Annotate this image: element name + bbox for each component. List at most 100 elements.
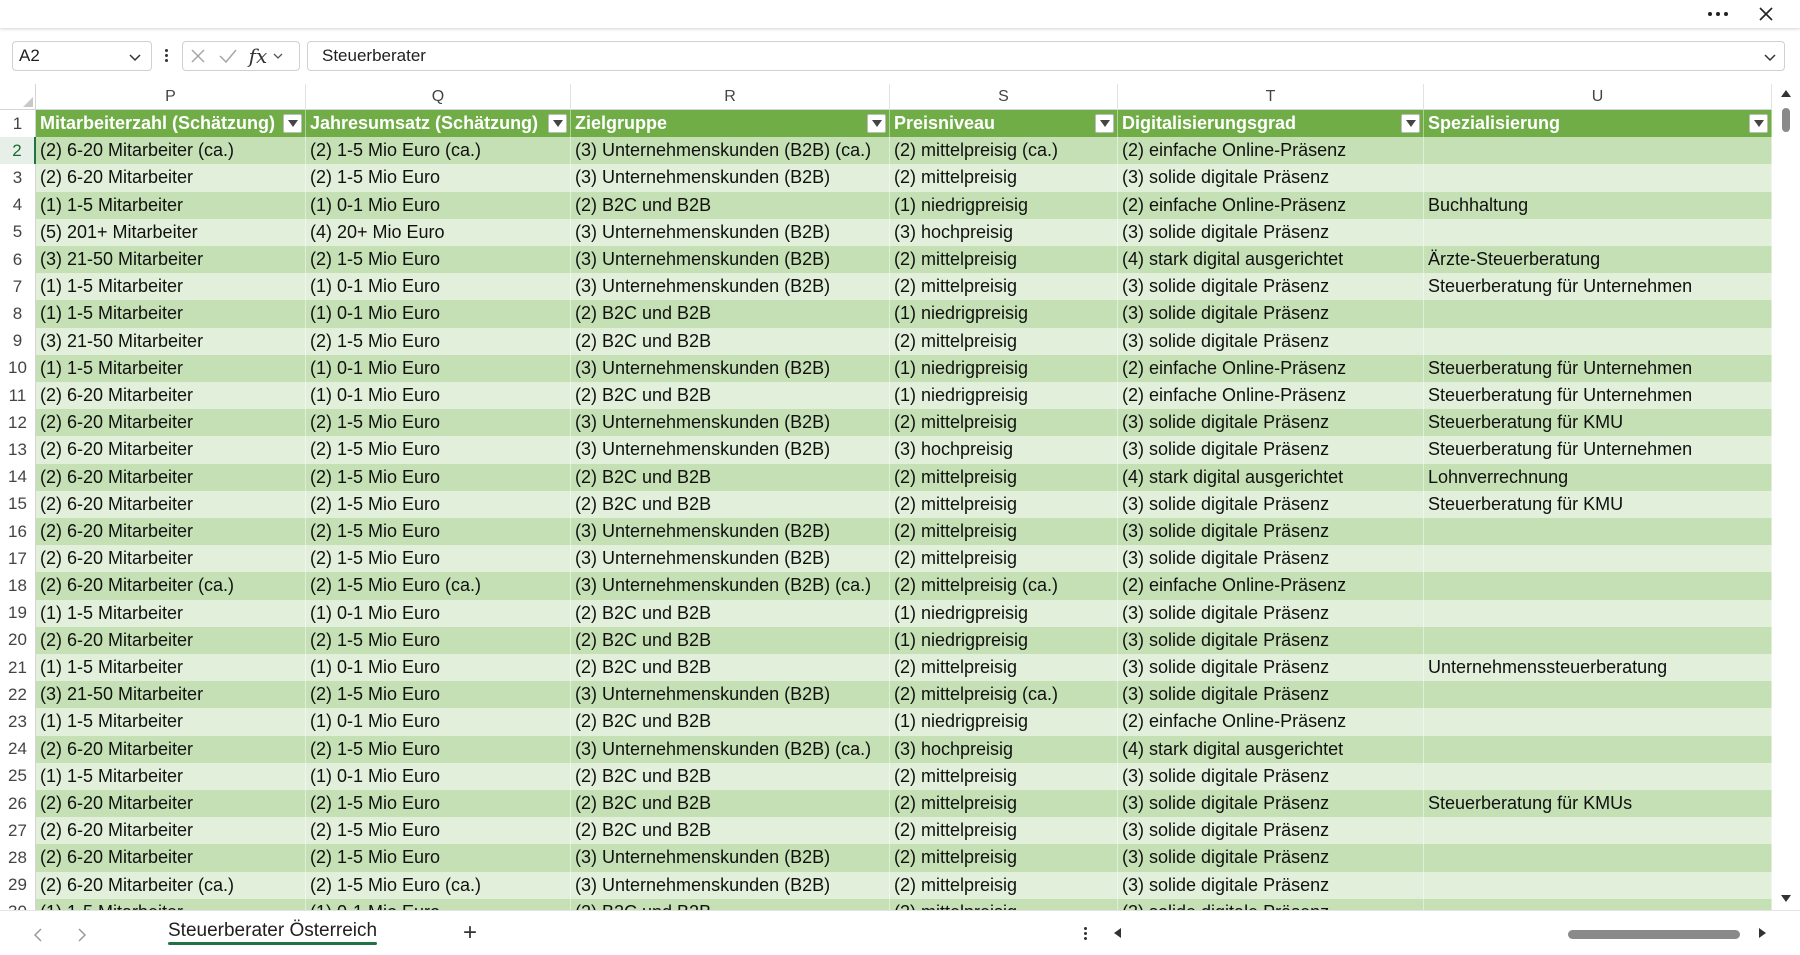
table-cell[interactable] [1424, 518, 1772, 546]
column-header-s[interactable]: S [890, 84, 1118, 110]
close-button[interactable] [1746, 2, 1786, 26]
table-cell[interactable]: (2) 6-20 Mitarbeiter [36, 518, 306, 546]
table-cell[interactable]: (3) solide digitale Präsenz [1118, 490, 1424, 518]
table-cell[interactable]: (3) solide digitale Präsenz [1118, 327, 1424, 355]
cancel-button[interactable] [183, 42, 213, 70]
table-cell[interactable]: (2) einfache Online-Präsenz [1118, 191, 1424, 219]
table-cell[interactable]: (3) 21-50 Mitarbeiter [36, 327, 306, 355]
row-number[interactable]: 8 [0, 300, 36, 328]
row-number[interactable]: 22 [0, 681, 36, 709]
table-cell[interactable]: (3) solide digitale Präsenz [1118, 871, 1424, 899]
table-cell[interactable]: (1) 1-5 Mitarbeiter [36, 354, 306, 382]
table-cell[interactable]: (2) 6-20 Mitarbeiter [36, 735, 306, 763]
table-cell[interactable]: (3) 21-50 Mitarbeiter [36, 246, 306, 274]
table-cell[interactable]: (1) 1-5 Mitarbeiter [36, 599, 306, 627]
table-cell[interactable] [1424, 300, 1772, 328]
header-cell-s[interactable]: Preisniveau [890, 110, 1118, 138]
insert-function-button[interactable]: fx [243, 42, 283, 70]
column-header-t[interactable]: T [1118, 84, 1424, 110]
table-cell[interactable]: (2) 1-5 Mio Euro [306, 545, 571, 573]
formula-input[interactable]: Steuerberater [307, 41, 1785, 71]
table-cell[interactable]: (2) mittelpreisig [890, 273, 1118, 301]
row-number[interactable]: 7 [0, 273, 36, 301]
table-cell[interactable] [1424, 545, 1772, 573]
table-cell[interactable]: (3) solide digitale Präsenz [1118, 762, 1424, 790]
table-cell[interactable]: Steuerberatung für KMU [1424, 490, 1772, 518]
table-cell[interactable]: Ärzte-Steuerberatung [1424, 246, 1772, 274]
table-cell[interactable]: (2) mittelpreisig [890, 545, 1118, 573]
row-number[interactable]: 12 [0, 409, 36, 437]
table-cell[interactable] [1424, 137, 1772, 165]
row-number[interactable]: 30 [0, 898, 36, 910]
header-cell-q[interactable]: Jahresumsatz (Schätzung) [306, 110, 571, 138]
table-cell[interactable]: (1) 0-1 Mio Euro [306, 300, 571, 328]
table-cell[interactable]: (2) B2C und B2B [571, 327, 890, 355]
table-cell[interactable]: (2) 6-20 Mitarbeiter [36, 817, 306, 845]
table-cell[interactable]: (1) 1-5 Mitarbeiter [36, 654, 306, 682]
table-cell[interactable]: (3) Unternehmenskunden (B2B) [571, 218, 890, 246]
table-cell[interactable]: (1) 1-5 Mitarbeiter [36, 708, 306, 736]
row-number[interactable]: 27 [0, 817, 36, 845]
table-cell[interactable]: Unternehmenssteuerberatung [1424, 654, 1772, 682]
table-cell[interactable] [1424, 817, 1772, 845]
table-cell[interactable]: (1) niedrigpreisig [890, 191, 1118, 219]
table-cell[interactable]: (2) B2C und B2B [571, 382, 890, 410]
row-number[interactable]: 14 [0, 463, 36, 491]
table-cell[interactable]: (2) 1-5 Mio Euro [306, 735, 571, 763]
table-cell[interactable]: (1) 0-1 Mio Euro [306, 708, 571, 736]
table-cell[interactable]: (2) mittelpreisig [890, 164, 1118, 192]
header-cell-r[interactable]: Zielgruppe [571, 110, 890, 138]
table-cell[interactable]: (3) solide digitale Präsenz [1118, 844, 1424, 872]
row-number[interactable]: 16 [0, 518, 36, 546]
table-cell[interactable]: (2) 6-20 Mitarbeiter [36, 164, 306, 192]
table-cell[interactable]: (2) mittelpreisig (ca.) [890, 137, 1118, 165]
tab-bar-options[interactable] [1080, 925, 1090, 945]
table-cell[interactable]: (3) Unternehmenskunden (B2B) [571, 844, 890, 872]
table-cell[interactable]: (1) 0-1 Mio Euro [306, 273, 571, 301]
table-cell[interactable]: (1) 0-1 Mio Euro [306, 898, 571, 910]
table-cell[interactable]: Buchhaltung [1424, 191, 1772, 219]
table-cell[interactable]: (2) 1-5 Mio Euro [306, 790, 571, 818]
table-cell[interactable]: (2) mittelpreisig [890, 871, 1118, 899]
table-cell[interactable]: (2) einfache Online-Präsenz [1118, 708, 1424, 736]
table-cell[interactable]: (2) B2C und B2B [571, 817, 890, 845]
chevron-down-icon[interactable] [127, 49, 143, 65]
name-box[interactable]: A2 [12, 41, 152, 71]
table-cell[interactable]: (1) 1-5 Mitarbeiter [36, 300, 306, 328]
row-number[interactable]: 20 [0, 626, 36, 654]
table-cell[interactable]: Steuerberatung für Unternehmen [1424, 436, 1772, 464]
row-number[interactable]: 18 [0, 572, 36, 600]
scroll-right-icon[interactable] [1758, 927, 1768, 939]
table-cell[interactable] [1424, 844, 1772, 872]
row-number[interactable]: 10 [0, 354, 36, 382]
table-cell[interactable]: (1) 0-1 Mio Euro [306, 654, 571, 682]
table-cell[interactable]: (3) solide digitale Präsenz [1118, 817, 1424, 845]
table-cell[interactable]: (2) 1-5 Mio Euro (ca.) [306, 137, 571, 165]
table-cell[interactable]: (2) B2C und B2B [571, 708, 890, 736]
table-cell[interactable]: (1) 0-1 Mio Euro [306, 762, 571, 790]
table-cell[interactable]: (3) Unternehmenskunden (B2B) [571, 871, 890, 899]
table-cell[interactable]: (1) niedrigpreisig [890, 599, 1118, 627]
table-cell[interactable]: (2) 1-5 Mio Euro [306, 518, 571, 546]
table-cell[interactable]: (3) Unternehmenskunden (B2B) [571, 164, 890, 192]
add-sheet-button[interactable]: + [456, 919, 484, 947]
table-cell[interactable]: (3) solide digitale Präsenz [1118, 518, 1424, 546]
table-cell[interactable]: (3) solide digitale Präsenz [1118, 681, 1424, 709]
more-options-button[interactable] [1700, 2, 1736, 26]
table-cell[interactable]: (3) Unternehmenskunden (B2B) [571, 518, 890, 546]
table-cell[interactable]: (2) mittelpreisig [890, 817, 1118, 845]
table-cell[interactable]: (4) stark digital ausgerichtet [1118, 463, 1424, 491]
row-number[interactable]: 29 [0, 871, 36, 899]
table-cell[interactable]: (2) mittelpreisig [890, 654, 1118, 682]
table-cell[interactable]: Steuerberatung für Unternehmen [1424, 273, 1772, 301]
table-cell[interactable]: (2) mittelpreisig [890, 844, 1118, 872]
header-cell-u[interactable]: Spezialisierung [1424, 110, 1772, 138]
table-cell[interactable]: (2) mittelpreisig [890, 327, 1118, 355]
table-cell[interactable]: (2) 1-5 Mio Euro [306, 817, 571, 845]
table-cell[interactable]: (1) niedrigpreisig [890, 626, 1118, 654]
row-number[interactable]: 24 [0, 735, 36, 763]
row-number[interactable]: 9 [0, 327, 36, 355]
row-number[interactable]: 6 [0, 246, 36, 274]
table-cell[interactable]: (2) 6-20 Mitarbeiter [36, 790, 306, 818]
table-cell[interactable]: (3) hochpreisig [890, 436, 1118, 464]
